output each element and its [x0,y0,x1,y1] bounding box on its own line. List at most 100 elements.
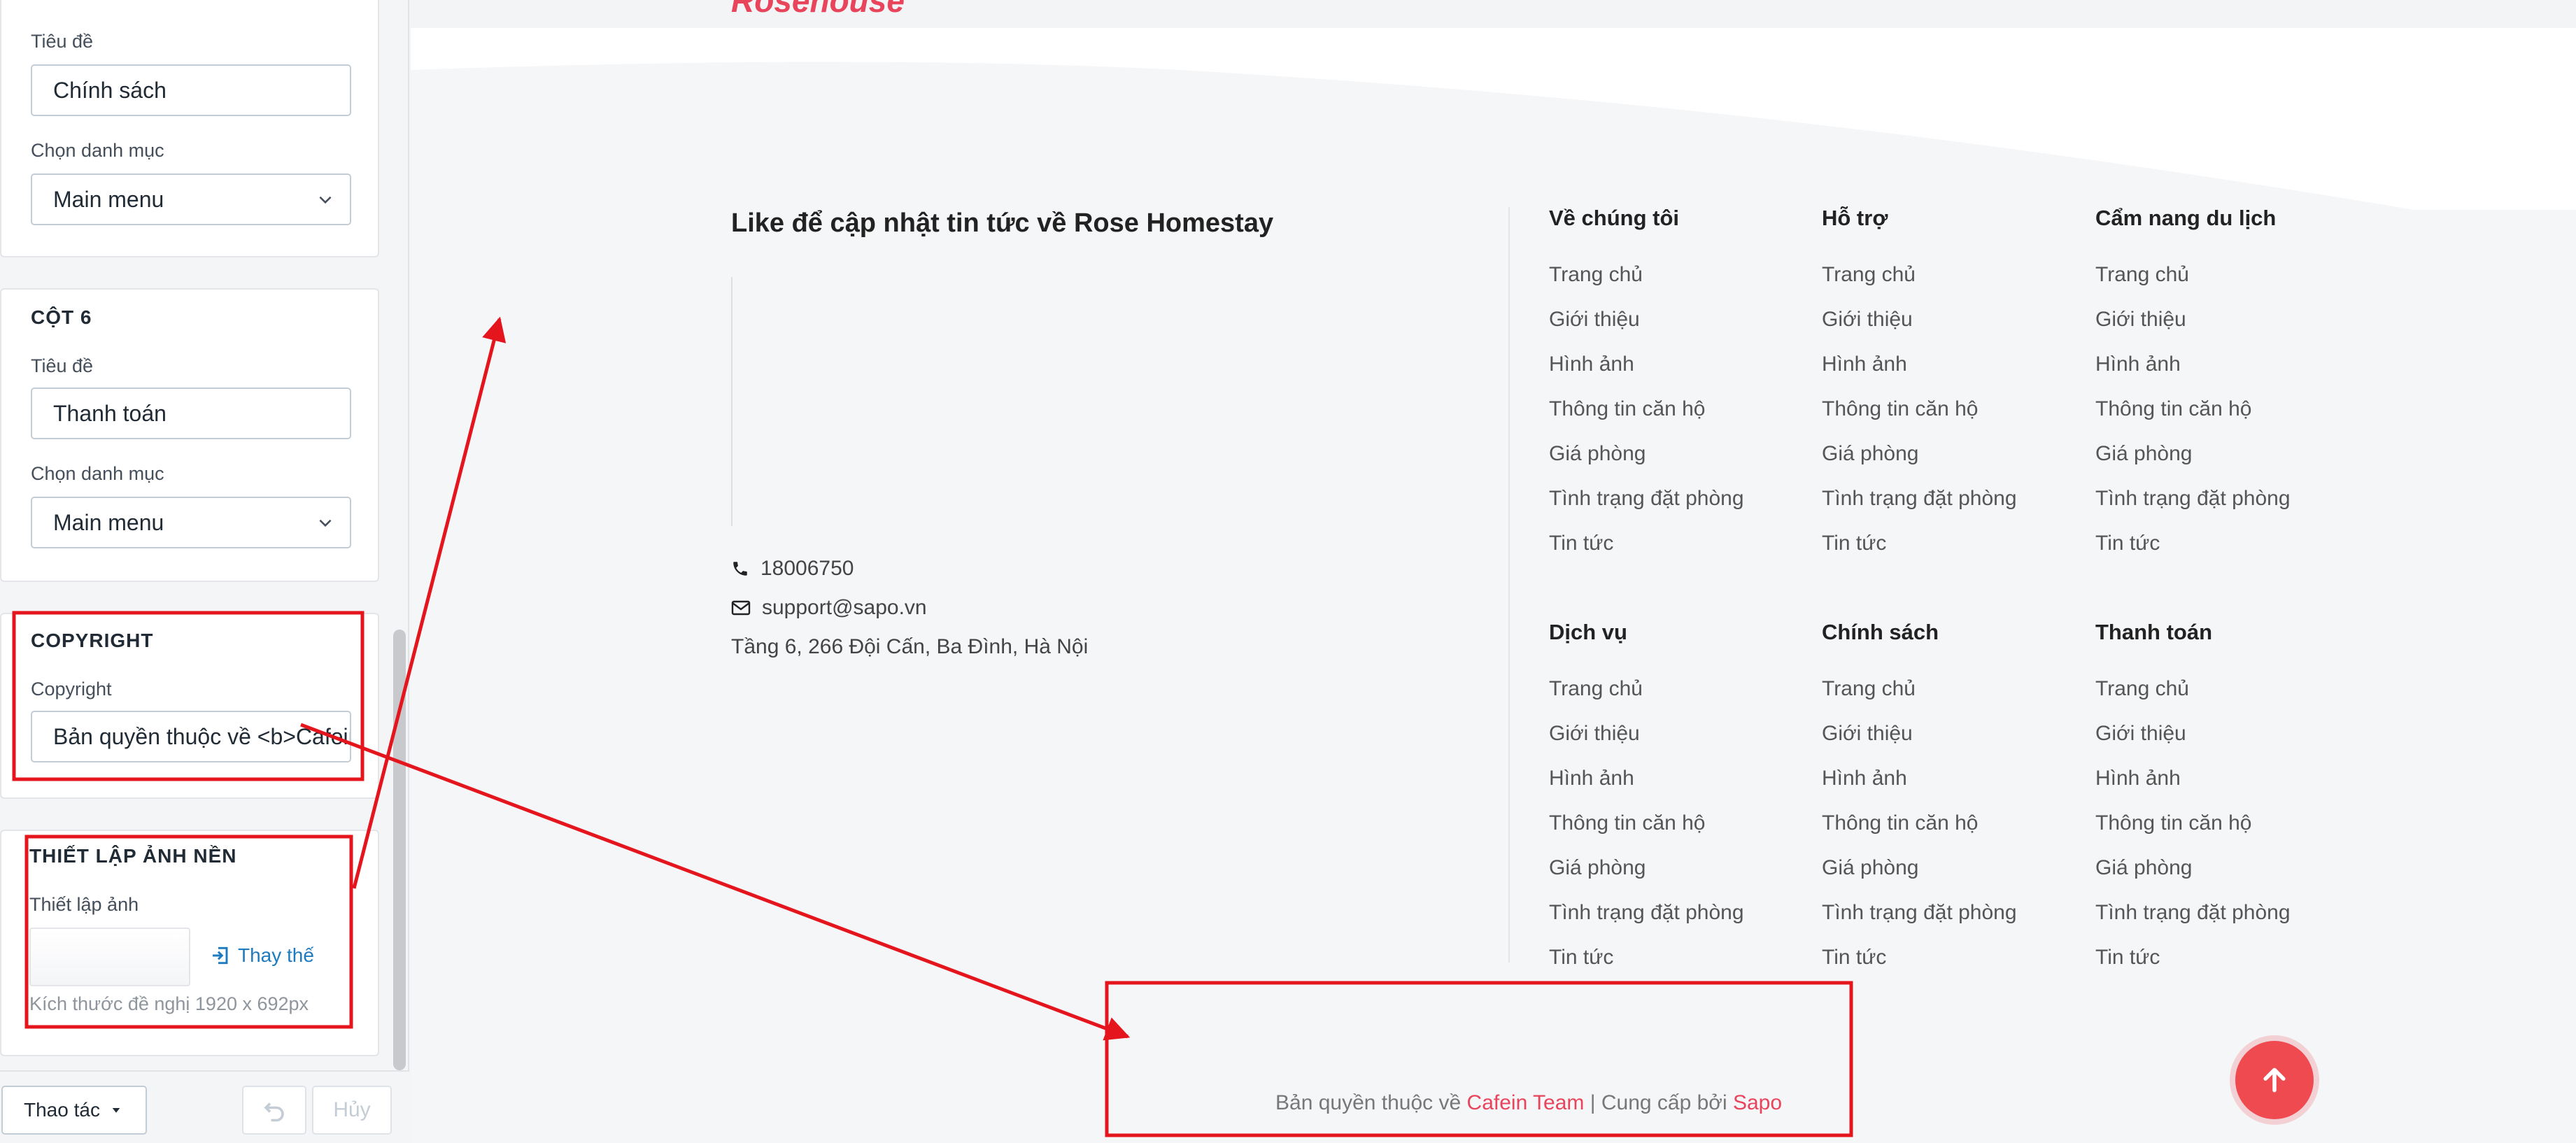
footer-link[interactable]: Hình ảnh [1822,353,1907,376]
contact-address: Tầng 6, 266 Đội Cấn, Ba Đình, Hà Nội [731,635,1088,659]
arrow-up-icon [2263,1067,2286,1093]
site-preview: Rosehouse Like để cập nhật tin tức về Ro… [411,0,2576,1143]
footer-column-heading: Dịch vụ [1549,620,1627,644]
copyright-card: COPYRIGHT Copyright Bản quyền thuộc về <… [0,613,379,799]
footer-link[interactable]: Thông tin căn hộ [1822,397,1979,421]
footer-link[interactable]: Giới thiệu [1822,308,1913,332]
footer-link[interactable]: Trang chủ [1822,263,1916,287]
caret-down-icon [112,1108,120,1113]
footer-link[interactable]: Tình trạng đặt phòng [1549,901,1744,925]
footer-link[interactable]: Giới thiệu [1549,722,1640,746]
phone-number[interactable]: 18006750 [760,557,854,581]
footer-link[interactable]: Thông tin căn hộ [2095,397,2252,421]
column-5-title-input[interactable]: Chính sách [31,64,351,116]
footer-link[interactable]: Tin tức [1549,532,1613,555]
footer-link[interactable]: Tình trạng đặt phòng [2095,487,2291,511]
footer-link[interactable]: Thông tin căn hộ [1549,397,1706,421]
copyright-team-link[interactable]: Cafein Team [1467,1091,1585,1114]
footer-link[interactable]: Tin tức [1549,946,1613,970]
undo-icon [264,1102,284,1122]
footer-link[interactable]: Thông tin căn hộ [2095,811,2252,835]
category-label: Chọn danh mục [31,140,164,161]
column-5-card: Tiêu đề Chính sách Chọn danh mục Main me… [0,0,379,257]
contact-phone: 18006750 [731,557,854,581]
footer-link[interactable]: Giới thiệu [2095,722,2186,746]
background-image-thumbnail[interactable] [29,928,190,986]
footer-link[interactable]: Giá phòng [2095,442,2192,466]
footer-link[interactable]: Hình ảnh [2095,353,2181,376]
background-label: Thiết lập ảnh [29,894,139,915]
footer-link[interactable]: Thông tin căn hộ [1549,811,1706,835]
footer-link[interactable]: Trang chủ [1822,677,1916,701]
copyright-provider-link[interactable]: Sapo [1733,1091,1782,1114]
phone-icon [733,562,747,576]
actions-label: Thao tác [24,1099,100,1121]
mail-icon [731,600,751,616]
column-5-category-select[interactable]: Main menu [31,173,351,225]
select-value: Main menu [53,510,164,535]
footer-link[interactable]: Giá phòng [1822,856,1918,880]
footer-link[interactable]: Hình ảnh [2095,767,2181,790]
footer-link[interactable]: Tin tức [2095,532,2160,555]
footer-link[interactable]: Trang chủ [2095,263,2189,287]
footer-copyright: Bản quyền thuộc về Cafein Team | Cung cấ… [1275,1091,1782,1115]
site-logo[interactable]: Rosehouse [731,0,905,20]
replace-label: Thay thế [238,944,314,966]
copyright-prefix: Bản quyền thuộc về [1275,1091,1467,1114]
footer-link[interactable]: Giới thiệu [2095,308,2186,332]
column-6-category-select[interactable]: Main menu [31,497,351,548]
footer-link[interactable]: Tình trạng đặt phòng [2095,901,2291,925]
theme-editor-panel: Tiêu đề Chính sách Chọn danh mục Main me… [0,0,409,1143]
footer-link[interactable]: Giá phòng [1549,856,1646,880]
address-text: Tầng 6, 266 Đội Cấn, Ba Đình, Hà Nội [731,635,1089,658]
footer-link[interactable]: Tin tức [2095,946,2160,970]
column-6-heading: CỘT 6 [31,306,92,328]
footer-link[interactable]: Tình trạng đặt phòng [1822,901,2017,925]
footer-link[interactable]: Giới thiệu [1549,308,1640,332]
footer-column-heading: Hỗ trợ [1822,206,1888,230]
footer-link[interactable]: Giá phòng [2095,856,2192,880]
copyright-heading: COPYRIGHT [31,630,154,651]
select-value: Main menu [53,187,164,212]
email-address[interactable]: support@sapo.vn [762,596,927,620]
background-heading: THIẾT LẬP ẢNH NỀN [29,845,237,867]
footer-link[interactable]: Hình ảnh [1822,767,1907,790]
footer-link[interactable]: Trang chủ [2095,677,2189,701]
footer-link[interactable]: Tình trạng đặt phòng [1549,487,1744,511]
footer-link[interactable]: Tình trạng đặt phòng [1822,487,2017,511]
category-label: Chọn danh mục [31,463,164,484]
footer-link[interactable]: Trang chủ [1549,677,1643,701]
footer-column-heading: Chính sách [1822,620,1939,644]
chevron-down-icon [319,196,332,204]
footer-link[interactable]: Trang chủ [1549,263,1643,287]
column-6-title-input[interactable]: Thanh toán [31,388,351,439]
back-to-top-button[interactable] [2235,1041,2314,1119]
actions-button[interactable]: Thao tác [1,1086,147,1135]
title-label: Tiêu đề [31,355,94,376]
facebook-like-title: Like để cập nhật tin tức về Rose Homesta… [731,208,1274,238]
footer-link[interactable]: Giá phòng [1549,442,1646,466]
panel-scrollbar[interactable] [393,630,406,1070]
footer-link[interactable]: Tin tức [1822,946,1886,970]
footer-divider [1508,207,1510,963]
footer-link[interactable]: Giá phòng [1822,442,1918,466]
copyright-input[interactable]: Bản quyền thuộc về <b>Cafein Team</b> [31,711,351,762]
footer-link[interactable]: Tin tức [1822,532,1886,555]
undo-button[interactable] [242,1086,306,1135]
footer-column-heading: Về chúng tôi [1549,206,1679,230]
footer-link[interactable]: Giới thiệu [1822,722,1913,746]
footer-column-heading: Thanh toán [2095,620,2213,644]
footer-wave-shape [411,28,2576,210]
footer-link[interactable]: Hình ảnh [1549,767,1634,790]
copyright-label: Copyright [31,679,112,700]
facebook-widget-area [731,277,733,526]
footer-column-heading: Cẩm nang du lịch [2095,206,2277,230]
chevron-down-icon [319,519,332,527]
copyright-middle: | Cung cấp bởi [1584,1091,1733,1114]
cancel-button[interactable]: Hủy [312,1086,392,1135]
footer-link[interactable]: Thông tin căn hộ [1822,811,1979,835]
replace-image-link[interactable]: Thay thế [210,944,314,967]
footer-link[interactable]: Hình ảnh [1549,353,1634,376]
contact-email: support@sapo.vn [731,596,927,620]
panel-bottom-bar: Thao tác Hủy [0,1070,409,1143]
